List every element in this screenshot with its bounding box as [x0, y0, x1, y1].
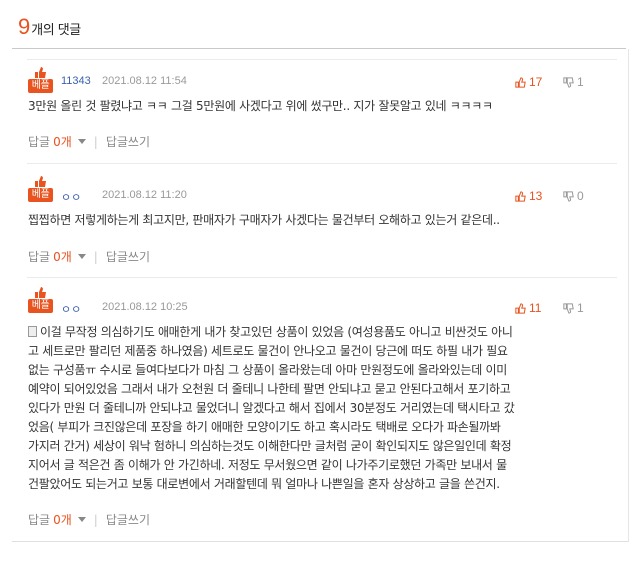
comment-actions: 답글 0개 | 답글쓰기 — [28, 133, 150, 150]
like-count: 11 — [529, 301, 542, 315]
comment-count-label: 개의 댓글 — [31, 23, 81, 38]
thumbs-up-icon — [515, 190, 526, 202]
write-reply-button[interactable]: 답글쓰기 — [106, 511, 150, 528]
separator: | — [93, 249, 98, 264]
dislike-button[interactable]: 0 — [563, 189, 584, 203]
reply-count: 0개 — [53, 135, 72, 149]
thumbs-up-icon — [515, 302, 526, 314]
comment-date: 2021.08.12 11:54 — [102, 75, 187, 87]
comment-line-text: 이걸 무작정 의심하기도 애매한게 내가 찾고있던 상품이 있었음 (여성용품도… — [40, 325, 513, 339]
comment-line: 었음( 부피가 크진않은데 포장을 하기 애매한 모양이기도 하고 혹시라도 택… — [28, 420, 501, 434]
reply-count: 0개 — [53, 250, 72, 264]
best-comment-badge: 베플 — [28, 286, 53, 316]
write-reply-button[interactable]: 답글쓰기 — [106, 133, 150, 150]
chevron-down-icon[interactable] — [77, 517, 86, 522]
comment-text: 3만원 올린 것 팔렸냐고 ㅋㅋ 그걸 5만원에 사겠다고 위에 썼구만.. 지… — [28, 99, 493, 113]
like-button[interactable]: 13 — [515, 189, 542, 203]
comment-section-header: 9 개의 댓글 — [18, 16, 81, 46]
separator: | — [93, 512, 98, 527]
comment-line: 지어서 글 적은건 좀 이해가 안 가긴하네. 저정도 무서웠으면 같이 나가주… — [28, 458, 507, 472]
thumbs-up-icon — [35, 176, 46, 187]
comment-text: 이걸 무작정 의심하기도 애매한게 내가 찾고있던 상품이 있었음 (여성용품도… — [28, 323, 613, 494]
comment-list: 베플 11343 2021.08.12 11:54 17 1 3만원 올린 것 … — [12, 49, 629, 542]
like-count: 13 — [529, 189, 543, 203]
reply-toggle[interactable]: 답글 0개 — [28, 511, 72, 528]
chevron-down-icon[interactable] — [77, 254, 86, 259]
comment-line: 있다가 만원 더 줄테니까 안되냐고 물었더니 알겠다고 해서 집에서 30분정… — [28, 401, 515, 415]
thumbs-up-icon — [515, 76, 526, 88]
dislike-count: 1 — [577, 75, 584, 89]
like-count: 17 — [529, 75, 543, 89]
thumbs-down-icon — [563, 190, 574, 202]
comment-line: 고 세트로만 팔리던 제품중 하나였음) 세트로도 물건이 안나오고 물건이 당… — [28, 344, 508, 358]
comment-divider — [27, 59, 617, 60]
comment-line: 예약이 되어있었음 그래서 내가 오천원 더 줄테니 나한테 팔면 안되냐고 묻… — [28, 382, 511, 396]
best-badge-label: 베플 — [28, 188, 53, 202]
comment-line: 이걸 무작정 의심하기도 애매한게 내가 찾고있던 상품이 있었음 (여성용품도… — [28, 323, 613, 342]
comment-author[interactable]: ㅇㅇ — [61, 189, 81, 205]
separator: | — [93, 134, 98, 149]
comment-actions: 답글 0개 | 답글쓰기 — [28, 248, 150, 265]
thumbs-up-icon — [35, 287, 46, 298]
comment-count: 9 — [18, 14, 31, 39]
thumbs-up-icon — [35, 67, 46, 78]
best-badge-label: 베플 — [28, 79, 53, 93]
reply-label: 답글 — [28, 250, 51, 264]
reply-toggle[interactable]: 답글 0개 — [28, 133, 72, 150]
dislike-button[interactable]: 1 — [563, 301, 584, 315]
document-icon — [28, 326, 37, 337]
reply-count: 0개 — [53, 513, 72, 527]
comment-text: 찝찝하면 저렇게하는게 최고지만, 판매자가 구매자가 사겠다는 물건부터 오해… — [28, 213, 500, 227]
reply-toggle[interactable]: 답글 0개 — [28, 248, 72, 265]
thumbs-down-icon — [563, 302, 574, 314]
best-comment-badge: 베플 — [28, 66, 53, 96]
dislike-button[interactable]: 1 — [563, 75, 584, 89]
comment-divider — [27, 277, 617, 278]
like-button[interactable]: 11 — [515, 301, 541, 315]
best-badge-label: 베플 — [28, 299, 53, 313]
reply-label: 답글 — [28, 513, 51, 527]
comment-actions: 답글 0개 | 답글쓰기 — [28, 511, 150, 528]
comment-divider — [27, 163, 617, 164]
reply-label: 답글 — [28, 135, 51, 149]
dislike-count: 1 — [577, 301, 584, 315]
comment-date: 2021.08.12 10:25 — [102, 301, 188, 313]
best-comment-badge: 베플 — [28, 175, 53, 205]
dislike-count: 0 — [577, 189, 584, 203]
chevron-down-icon[interactable] — [77, 139, 86, 144]
like-button[interactable]: 17 — [515, 75, 542, 89]
comment-line: 건팔았어도 되는거고 보통 대로변에서 거래할텐데 뭐 얼마나 나쁜일을 혼자 … — [28, 477, 500, 491]
comment-line: 없는 구성품ㅠ 수시로 들여다보다가 마침 그 상품이 올라왔는데 아마 만원정… — [28, 363, 508, 377]
comment-date: 2021.08.12 11:20 — [102, 189, 187, 201]
write-reply-button[interactable]: 답글쓰기 — [106, 248, 150, 265]
comment-author[interactable]: 11343 — [61, 75, 91, 87]
comment-author[interactable]: ㅇㅇ — [61, 301, 81, 317]
comment-line: 가지러 간거) 세상이 워낙 험하니 의심하는것도 이해한다만 글처럼 굳이 확… — [28, 439, 512, 453]
thumbs-down-icon — [563, 76, 574, 88]
